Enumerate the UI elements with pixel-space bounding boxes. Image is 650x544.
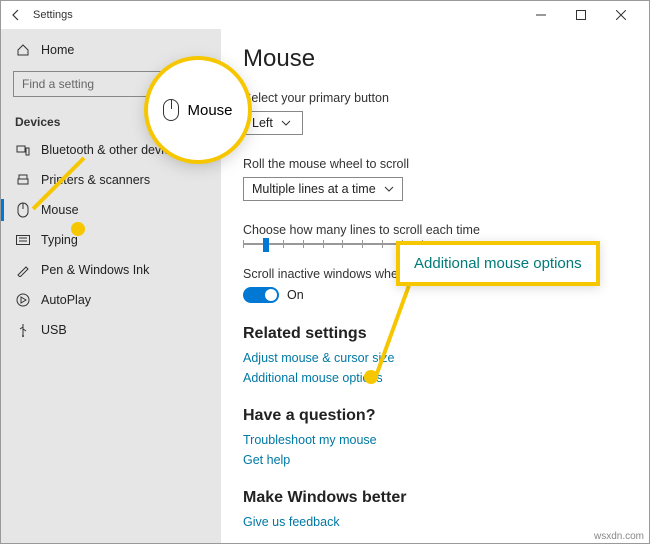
autoplay-icon — [15, 292, 31, 308]
toggle-state: On — [287, 288, 304, 302]
callout-circle-label: Mouse — [187, 102, 232, 119]
related-heading: Related settings — [243, 325, 627, 343]
sidebar-item-autoplay[interactable]: AutoPlay — [1, 285, 221, 315]
content-pane: Mouse Select your primary button Left Ro… — [221, 29, 649, 543]
maximize-button[interactable] — [561, 1, 601, 29]
troubleshoot-link[interactable]: Troubleshoot my mouse — [243, 433, 627, 447]
sidebar-item-label: Pen & Windows Ink — [41, 263, 149, 277]
callout-dot — [364, 370, 378, 384]
sidebar-item-usb[interactable]: USB — [1, 315, 221, 345]
wheel-value: Multiple lines at a time — [252, 182, 376, 196]
primary-button-label: Select your primary button — [243, 91, 627, 105]
mouse-icon — [15, 202, 31, 218]
primary-button-select[interactable]: Left — [243, 111, 303, 135]
keyboard-icon — [15, 232, 31, 248]
window-title: Settings — [33, 9, 73, 21]
slider-thumb[interactable] — [263, 238, 269, 252]
callout-box-label: Additional mouse options — [414, 255, 582, 272]
sidebar-item-typing[interactable]: Typing — [1, 225, 221, 255]
minimize-button[interactable] — [521, 1, 561, 29]
usb-icon — [15, 322, 31, 338]
sidebar-home-label: Home — [41, 43, 74, 57]
pen-icon — [15, 262, 31, 278]
primary-button-value: Left — [252, 116, 273, 130]
callout-circle-mouse: Mouse — [148, 60, 248, 160]
titlebar: Settings — [1, 1, 649, 29]
question-heading: Have a question? — [243, 407, 627, 425]
inactive-toggle[interactable] — [243, 287, 279, 303]
home-icon — [15, 42, 31, 58]
sidebar-item-label: USB — [41, 323, 67, 337]
printer-icon — [15, 172, 31, 188]
feedback-link[interactable]: Give us feedback — [243, 515, 627, 529]
close-button[interactable] — [601, 1, 641, 29]
better-heading: Make Windows better — [243, 489, 627, 507]
mouse-icon — [163, 99, 179, 121]
get-help-link[interactable]: Get help — [243, 453, 627, 467]
callout-dot — [71, 222, 85, 236]
sidebar-item-pen[interactable]: Pen & Windows Ink — [1, 255, 221, 285]
search-placeholder: Find a setting — [22, 77, 94, 91]
sidebar-item-printers[interactable]: Printers & scanners — [1, 165, 221, 195]
additional-options-link[interactable]: Additional mouse options — [243, 371, 627, 385]
sidebar-item-label: Mouse — [41, 203, 79, 217]
sidebar-item-label: Typing — [41, 233, 78, 247]
callout-box-additional: Additional mouse options — [396, 241, 600, 286]
wheel-label: Roll the mouse wheel to scroll — [243, 157, 627, 171]
chevron-down-icon — [384, 186, 394, 192]
adjust-mouse-link[interactable]: Adjust mouse & cursor size — [243, 351, 627, 365]
chevron-down-icon — [281, 120, 291, 126]
back-icon[interactable] — [9, 8, 23, 22]
page-title: Mouse — [243, 45, 627, 73]
sidebar-item-label: AutoPlay — [41, 293, 91, 307]
lines-label: Choose how many lines to scroll each tim… — [243, 223, 627, 237]
wheel-select[interactable]: Multiple lines at a time — [243, 177, 403, 201]
watermark: wsxdn.com — [594, 531, 644, 542]
devices-icon — [15, 142, 31, 158]
